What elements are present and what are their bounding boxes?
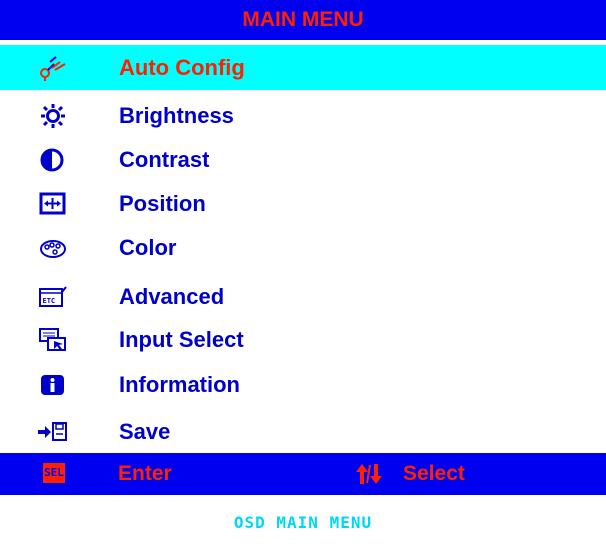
menu-item-label: Input Select (119, 327, 244, 352)
menu-title: MAIN MENU (0, 0, 606, 40)
menu-footer: SEL Enter Select (0, 453, 606, 495)
etc-advanced-icon: ETC (39, 286, 67, 307)
menu-item-auto-config[interactable]: Auto Config (0, 45, 606, 90)
menu-item-input-select[interactable]: Input Select (0, 317, 606, 362)
select-label: Select (403, 462, 465, 485)
menu-item-label: Color (119, 235, 177, 260)
svg-text:ETC: ETC (43, 297, 56, 305)
menu-item-label: Position (119, 191, 206, 216)
brightness-sun-icon (41, 104, 65, 128)
menu-item-label: Information (119, 372, 240, 397)
menu-item-label: Auto Config (119, 55, 245, 80)
menu-item-advanced[interactable]: ETC Advanced (0, 274, 606, 319)
enter-label: Enter (118, 462, 172, 485)
sel-key-icon: SEL (43, 463, 65, 483)
color-palette-icon (40, 240, 66, 258)
osd-caption: OSD MAIN MENU (233, 513, 373, 532)
menu-item-brightness[interactable]: Brightness (0, 93, 606, 138)
position-arrows-icon (39, 192, 66, 215)
osd-main-menu: MAIN MENU Auto Config Brightness Contras… (0, 0, 606, 495)
information-icon (41, 375, 64, 395)
menu-item-position[interactable]: Position (0, 181, 606, 226)
save-disk-icon (38, 422, 67, 441)
menu-item-color[interactable]: Color (0, 225, 606, 270)
auto-config-icon (40, 56, 66, 81)
input-select-icon (39, 328, 66, 351)
menu-item-label: Advanced (119, 284, 225, 309)
menu-item-label: Save (119, 419, 171, 444)
contrast-half-circle-icon (40, 148, 64, 172)
up-down-arrows-icon (356, 464, 382, 484)
menu-item-save[interactable]: Save (0, 409, 606, 454)
menu-item-label: Brightness (119, 103, 234, 128)
menu-item-label: Contrast (119, 147, 210, 172)
menu-item-contrast[interactable]: Contrast (0, 137, 606, 182)
menu-item-information[interactable]: Information (0, 362, 606, 407)
